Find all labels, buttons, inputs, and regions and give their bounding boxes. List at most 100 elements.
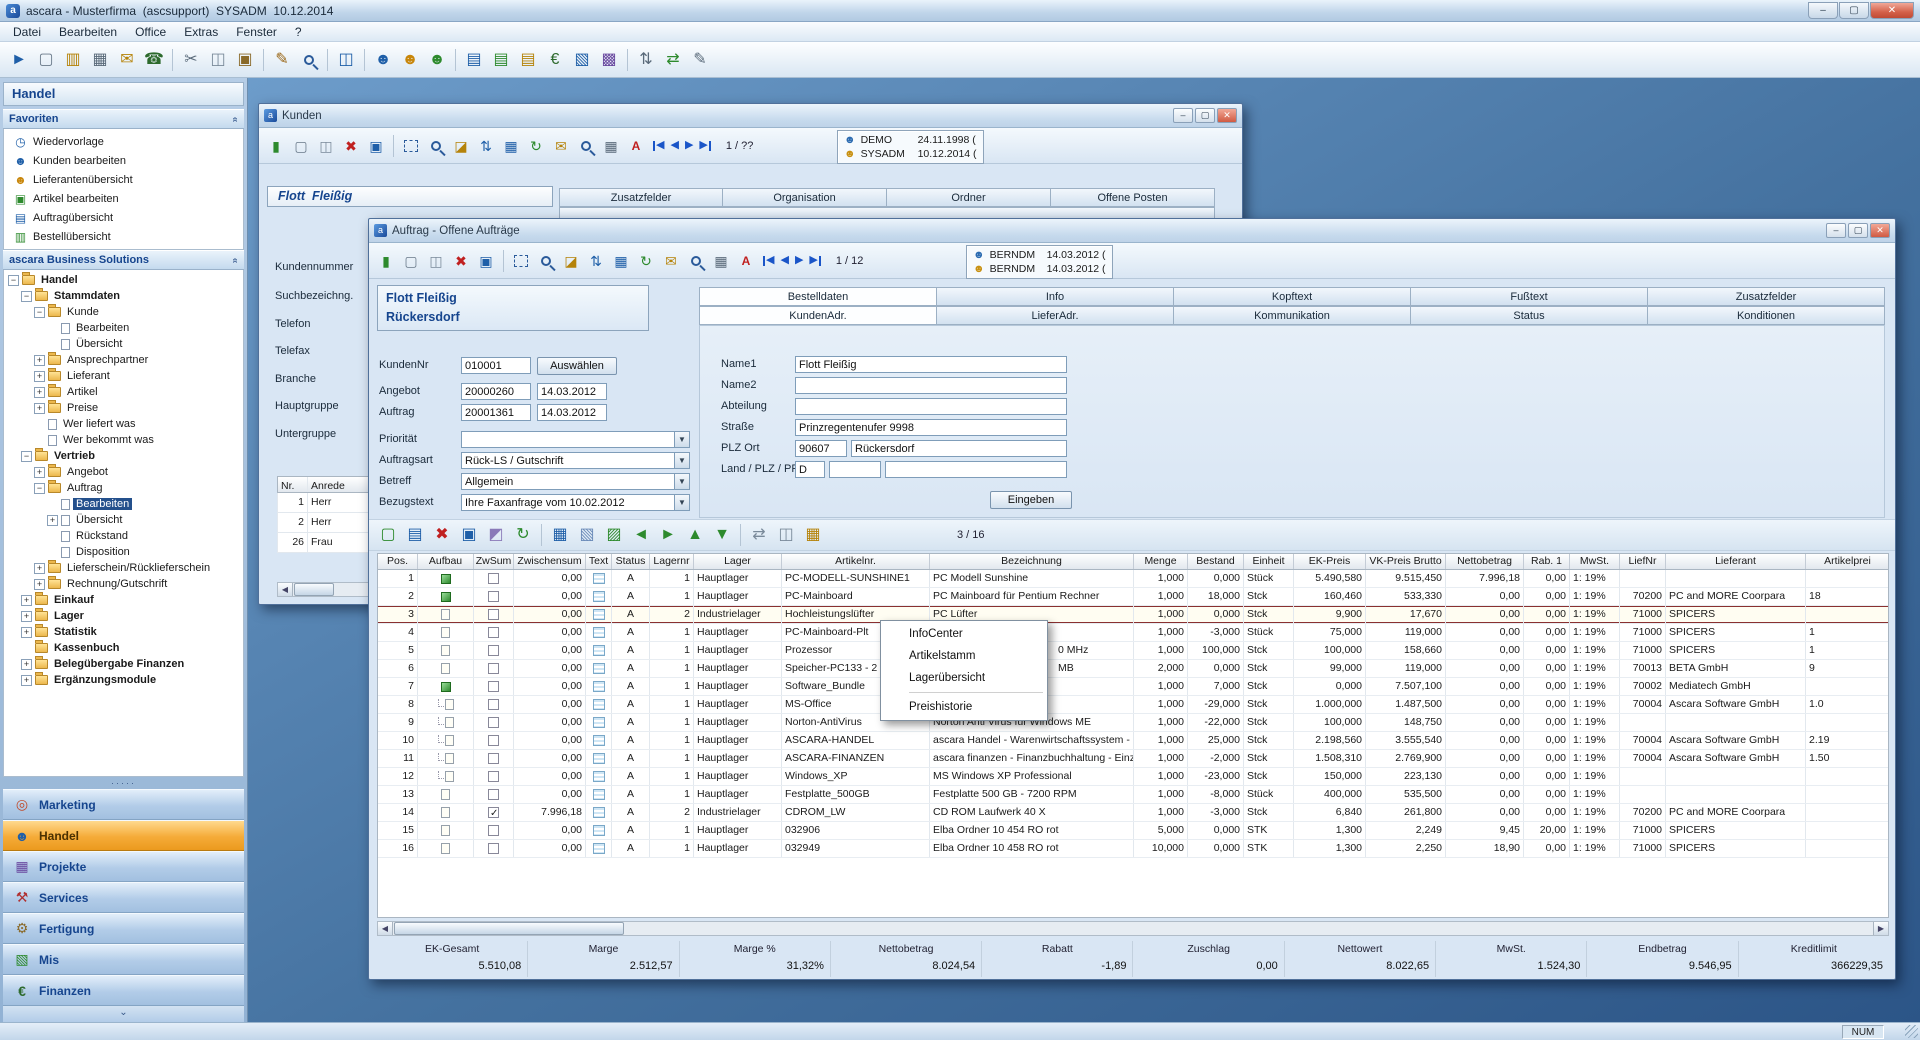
plz-ort-input-2[interactable] [851,440,1067,457]
favorite-item-bestellübersicht[interactable]: ▥Bestellübersicht [4,227,243,246]
tree-item-rückstand[interactable]: Rückstand [4,528,243,544]
column-header-zwsum[interactable]: ZwSum [474,554,514,569]
customer-name-tab[interactable]: Flott Fleißig [267,186,553,207]
kundennr-input[interactable] [461,357,531,374]
search-icon[interactable] [296,47,322,73]
resize-grip[interactable] [1905,1025,1918,1038]
maximize-button[interactable]: ▢ [1848,223,1868,238]
prices-euro-icon[interactable]: € [542,47,568,73]
edit-icon[interactable]: ✎ [687,47,713,73]
kunden-titlebar[interactable]: a Kunden – ▢ ✕ [259,104,1242,128]
zwsum-checkbox[interactable] [488,645,499,656]
print-icon[interactable]: ▦ [87,47,113,73]
nav-next-button[interactable]: ▶ [682,138,696,153]
tree-item-statistik[interactable]: +Statistik [4,624,243,640]
tree-item-auftrag[interactable]: −Auftrag [4,480,243,496]
tree-item-angebot[interactable]: +Angebot [4,464,243,480]
search-icon[interactable] [424,134,448,158]
straße-input[interactable] [795,419,1067,436]
new-record-icon[interactable]: ▢ [289,134,313,158]
item-row[interactable]: 30,00A2IndustrielagerHochleistungslüfter… [378,606,1888,624]
tree-item-disposition[interactable]: Disposition [4,544,243,560]
zwsum-checkbox[interactable] [488,825,499,836]
copy-icon[interactable]: ◫ [205,47,231,73]
tree-item-kunde[interactable]: −Kunde [4,304,243,320]
collapse-chevron-icon[interactable]: « [230,116,241,122]
window-icon[interactable]: ◫ [333,47,359,73]
mail-icon[interactable]: ✉ [659,249,683,273]
favorite-item-auftragübersicht[interactable]: ▤Auftragübersicht [4,208,243,227]
tab-kommunikation[interactable]: Kommunikation [1174,306,1411,325]
tree-item-lieferschein-rücklieferschein[interactable]: +Lieferschein/Rücklieferschein [4,560,243,576]
cut-icon[interactable]: ✂ [178,47,204,73]
table-icon[interactable]: ▦ [499,134,523,158]
menu-bearbeiten[interactable]: Bearbeiten [50,24,126,40]
nav-next-button[interactable]: ▶ [792,253,806,268]
duplicate-record-icon[interactable]: ◫ [314,134,338,158]
accept-icon[interactable]: ▮ [374,249,398,273]
collapse-icon[interactable]: − [34,307,45,318]
tree-item-preise[interactable]: +Preise [4,400,243,416]
expand-icon[interactable]: + [34,403,45,414]
tree-item-handel[interactable]: −Handel [4,272,243,288]
suppliers-icon[interactable]: ☻ [397,47,423,73]
bezugstext-input[interactable] [461,494,675,511]
column-header-lieferant[interactable]: Lieferant [1666,554,1806,569]
collapse-icon[interactable]: − [8,275,19,286]
item-row[interactable]: 80,00A1HauptlagerMS-Office1,000-29,000St… [378,696,1888,714]
collapse-icon[interactable]: − [34,483,45,494]
maximize-button[interactable]: ▢ [1839,2,1869,19]
context-menu-item-lagerübersicht[interactable]: Lagerübersicht [883,667,1045,689]
item-row[interactable]: 70,00A1HauptlagerSoftware_Bundle1,0007,0… [378,678,1888,696]
menu-datei[interactable]: Datei [4,24,50,40]
tree-item-rechnung-gutschrift[interactable]: +Rechnung/Gutschrift [4,576,243,592]
close-button[interactable]: ✕ [1217,108,1237,123]
phone-icon[interactable]: ☎ [141,47,167,73]
item-row[interactable]: 20,00A1HauptlagerPC-MainboardPC Mainboar… [378,588,1888,606]
zwsum-checkbox[interactable] [488,735,499,746]
delete-line-icon[interactable]: ✖ [429,522,455,548]
maximize-button[interactable]: ▢ [1195,108,1215,123]
new-doc-icon[interactable]: ▢ [33,47,59,73]
zwsum-checkbox[interactable] [488,789,499,800]
tree-item-übersicht[interactable]: Übersicht [4,336,243,352]
column-header-artikelprei[interactable]: Artikelprei [1806,554,1889,569]
column-header-rab-1[interactable]: Rab. 1 [1524,554,1570,569]
save-record-icon[interactable]: ▣ [364,134,388,158]
column-header-text[interactable]: Text [586,554,612,569]
auftrag-number-input[interactable] [461,404,531,421]
refresh-icon[interactable]: ↻ [634,249,658,273]
favorite-item-lieferantenübersicht[interactable]: ☻Lieferantenübersicht [4,170,243,189]
nav-first-button[interactable]: ◀ [759,253,777,268]
copy-line-icon[interactable]: ◫ [773,522,799,548]
land-plz-pf-input-3[interactable] [885,461,1067,478]
nav-last-button[interactable]: ▶ [696,138,714,153]
priorität-dropdown-icon[interactable]: ▼ [675,431,690,448]
column-header-zwischensum[interactable]: Zwischensum [514,554,586,569]
tab-fußtext[interactable]: Fußtext [1411,287,1648,306]
betreff-input[interactable] [461,473,675,490]
nav-button-projekte[interactable]: ▦Projekte [3,851,244,882]
tree-item-artikel[interactable]: +Artikel [4,384,243,400]
tools-icon[interactable]: ✎ [269,47,295,73]
auftragsart-dropdown-icon[interactable]: ▼ [675,452,690,469]
tab-organisation[interactable]: Organisation [723,188,887,207]
eingeben-button[interactable]: Eingeben [990,491,1072,509]
collapse-icon[interactable]: − [21,451,32,462]
menu-help[interactable]: ? [286,24,311,40]
expand-icon[interactable]: + [21,675,32,686]
zwsum-checkbox[interactable] [488,663,499,674]
tab-lieferadr[interactable]: LieferAdr. [937,306,1174,325]
zwsum-checkbox[interactable] [488,591,499,602]
land-plz-pf-input-2[interactable] [829,461,881,478]
refresh-icon[interactable]: ↻ [524,134,548,158]
link-lines-icon[interactable]: ⇄ [746,522,772,548]
expand-icon[interactable]: + [21,659,32,670]
auftrag-titlebar[interactable]: a Auftrag - Offene Aufträge – ▢ ✕ [369,219,1895,243]
bezugstext-dropdown-icon[interactable]: ▼ [675,494,690,511]
tab-konditionen[interactable]: Konditionen [1648,306,1885,325]
reports-icon[interactable]: ▩ [596,47,622,73]
delete-record-icon[interactable]: ✖ [449,249,473,273]
tree-item-belegübergabe-finanzen[interactable]: +Belegübergabe Finanzen [4,656,243,672]
item-row[interactable]: 50,00A1HauptlagerProzessor0 MHz1,000100,… [378,642,1888,660]
